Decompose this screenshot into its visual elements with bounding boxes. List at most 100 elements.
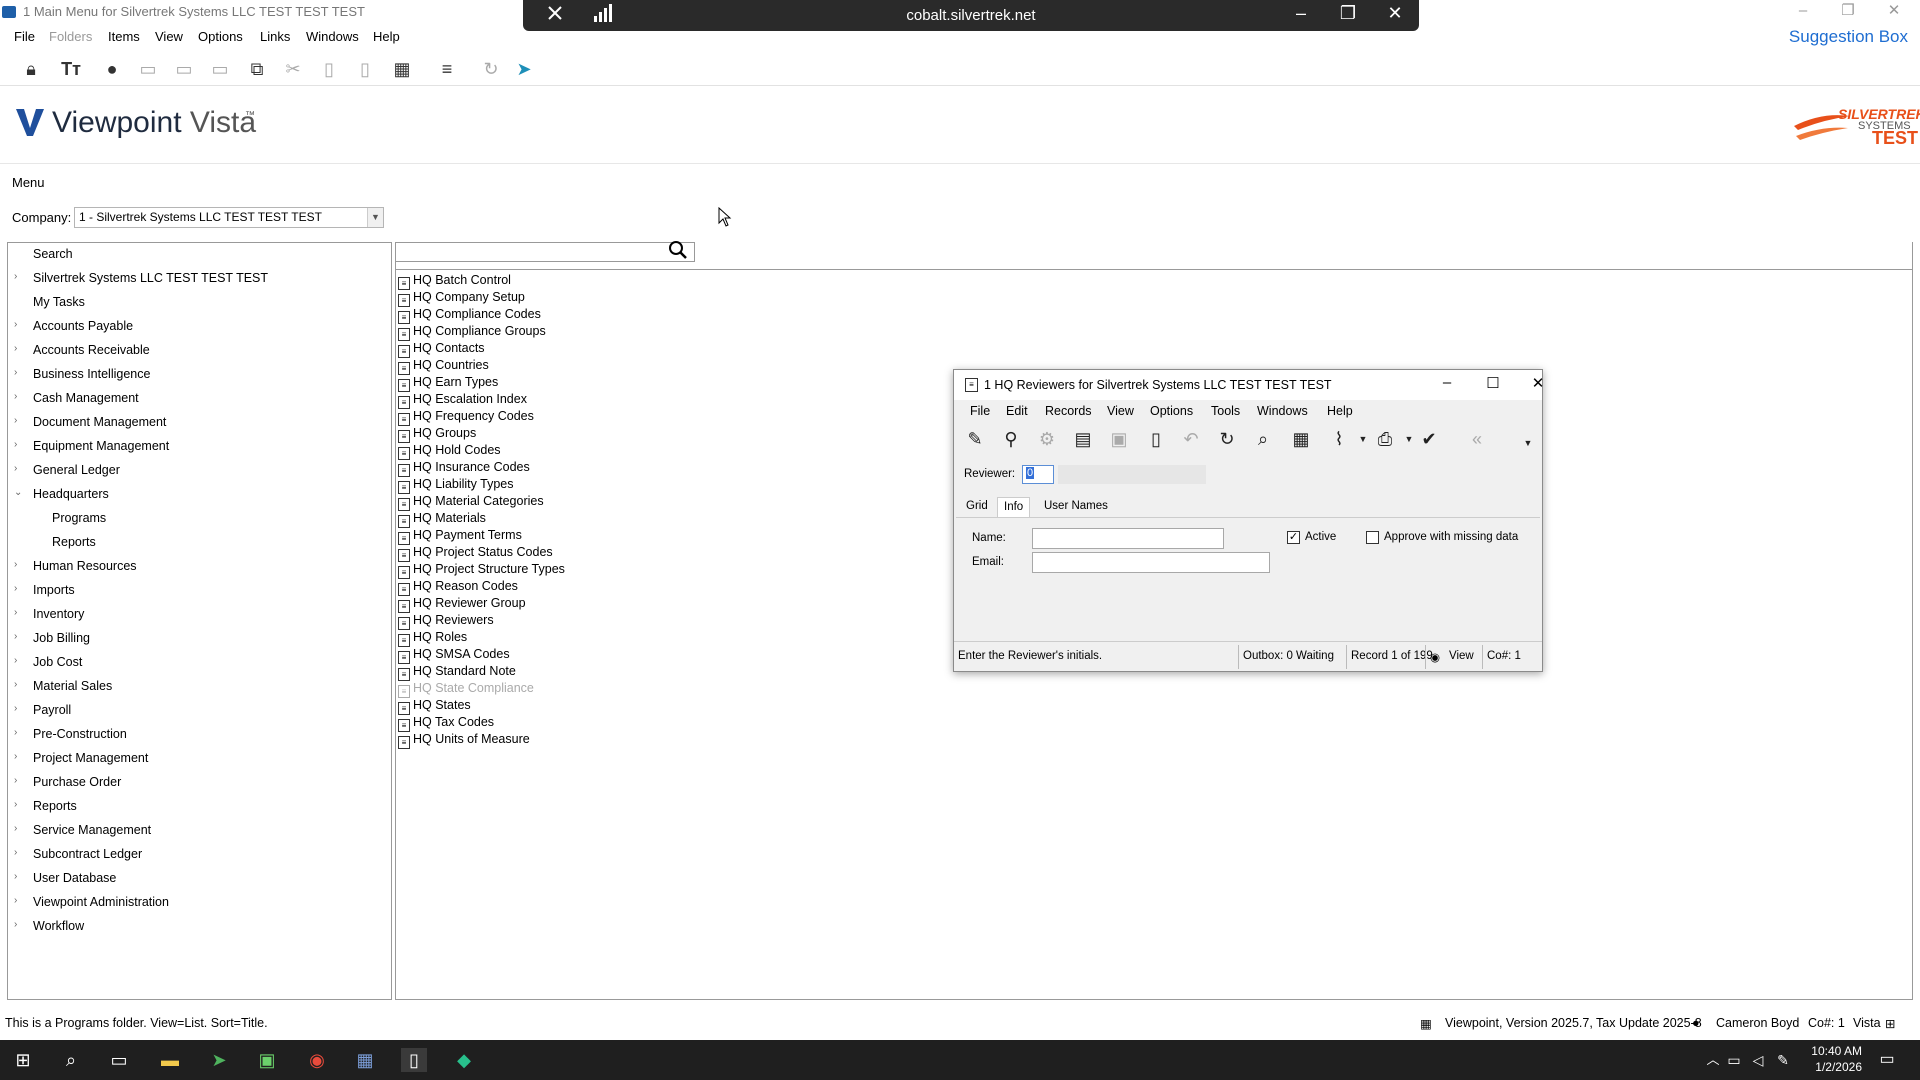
tree-item[interactable]: › Document Management xyxy=(8,413,388,435)
tree-item[interactable]: Reports xyxy=(8,533,388,555)
chevron-right-icon[interactable]: › xyxy=(14,919,17,930)
dialog-close-button[interactable]: ✕ xyxy=(1520,374,1556,392)
attachment-icon[interactable]: ⌇ xyxy=(1326,426,1352,452)
collapse-icon[interactable]: « xyxy=(1464,426,1490,452)
chevron-right-icon[interactable]: › xyxy=(14,655,17,666)
tree-item[interactable]: › Payroll xyxy=(8,701,388,723)
tab-grid[interactable]: Grid xyxy=(960,497,994,517)
app-icon-teal[interactable]: ◆ xyxy=(451,1048,477,1072)
copy-icon[interactable]: ⧉ xyxy=(244,56,270,82)
tree-item[interactable]: › Inventory xyxy=(8,605,388,627)
delete-record-icon[interactable]: ▯ xyxy=(1143,426,1169,452)
tree-item[interactable]: › Silvertrek Systems LLC TEST TEST TEST xyxy=(8,269,388,291)
toolbar-overflow-icon[interactable]: ▼ xyxy=(1522,430,1534,456)
tree-item[interactable]: › Pre-Construction xyxy=(8,725,388,747)
edit-record-icon[interactable]: ✎ xyxy=(962,426,988,452)
tree-item[interactable]: › Reports xyxy=(8,797,388,819)
tree-item[interactable]: › Purchase Order xyxy=(8,773,388,795)
tree-item[interactable]: › Equipment Management xyxy=(8,437,388,459)
program-item[interactable]: ≡ HQ Frequency Codes xyxy=(398,409,534,426)
program-item[interactable]: ≡ HQ Escalation Index xyxy=(398,392,527,409)
tree-item[interactable]: › Job Cost xyxy=(8,653,388,675)
pen-icon[interactable]: ✎ xyxy=(1770,1048,1796,1072)
name-field[interactable] xyxy=(1032,528,1224,549)
volume-icon[interactable]: ◁ xyxy=(1745,1048,1771,1072)
program-item[interactable]: ≡ HQ Material Categories xyxy=(398,494,544,511)
chevron-right-icon[interactable]: › xyxy=(14,727,17,738)
find-icon[interactable]: ⌕ xyxy=(1250,426,1276,452)
chevron-right-icon[interactable]: › xyxy=(14,775,17,786)
tree-item[interactable]: › Business Intelligence xyxy=(8,365,388,387)
program-item[interactable]: ≡ HQ Project Structure Types xyxy=(398,562,565,579)
chevron-right-icon[interactable]: › xyxy=(14,271,17,282)
tree-item[interactable]: › User Database xyxy=(8,869,388,891)
program-item[interactable]: ≡ HQ Batch Control xyxy=(398,273,511,290)
notification-icon[interactable]: ▭ xyxy=(1874,1048,1900,1072)
dialog-maximize-button[interactable]: ☐ xyxy=(1475,374,1511,392)
tree-item[interactable]: › Service Management xyxy=(8,821,388,843)
program-item[interactable]: ≡ HQ Roles xyxy=(398,630,467,647)
chevron-right-icon[interactable]: › xyxy=(14,583,17,594)
approve-missing-checkbox[interactable] xyxy=(1366,531,1379,544)
program-item[interactable]: ≡ HQ Insurance Codes xyxy=(398,460,530,477)
save-icon[interactable]: ▣ xyxy=(1106,426,1132,452)
program-item[interactable]: ≡ HQ Payment Terms xyxy=(398,528,522,545)
dialog-menu-file[interactable]: File xyxy=(970,404,990,418)
eye-icon[interactable]: ◉ xyxy=(1430,650,1440,664)
company-select[interactable]: 1 - Silvertrek Systems LLC TEST TEST TES… xyxy=(74,207,384,228)
sort-icon[interactable]: ≡ xyxy=(434,56,460,82)
tree-item[interactable]: › Job Billing xyxy=(8,629,388,651)
remote-close-button[interactable]: ✕ xyxy=(1380,3,1410,24)
menu-view[interactable]: View xyxy=(155,29,183,44)
chrome-icon[interactable]: ◉ xyxy=(304,1048,330,1072)
minimize-button[interactable]: – xyxy=(1783,0,1823,22)
chevron-down-icon[interactable]: ⌄ xyxy=(14,487,22,498)
program-item[interactable]: ≡ HQ Earn Types xyxy=(398,375,498,392)
remote-minimize-button[interactable]: – xyxy=(1286,3,1316,24)
menu-windows[interactable]: Windows xyxy=(306,29,359,44)
app-icon-viewpoint[interactable]: ▦ xyxy=(352,1048,378,1072)
program-item[interactable]: ≡ HQ Reviewer Group xyxy=(398,596,526,613)
lock-icon[interactable]: 🔒︎ xyxy=(18,56,44,82)
notepad-icon[interactable]: ▯ xyxy=(401,1048,427,1072)
palette-icon[interactable]: ● xyxy=(99,56,125,82)
dialog-menu-edit[interactable]: Edit xyxy=(1006,404,1028,418)
dialog-menu-view[interactable]: View xyxy=(1107,404,1134,418)
active-checkbox[interactable]: ✓ xyxy=(1287,531,1300,544)
reviewer-input[interactable]: 0 xyxy=(1022,465,1054,484)
program-item[interactable]: ≡ HQ Reason Codes xyxy=(398,579,518,596)
chevron-right-icon[interactable]: › xyxy=(14,871,17,882)
program-item[interactable]: ≡ HQ State Compliance xyxy=(398,681,534,698)
grid-view-icon[interactable]: ▦ xyxy=(1288,426,1314,452)
folder-icon[interactable]: ▭ xyxy=(207,56,233,82)
program-item[interactable]: ≡ HQ Reviewers xyxy=(398,613,494,630)
tree-item[interactable]: › Cash Management xyxy=(8,389,388,411)
chevron-right-icon[interactable]: › xyxy=(14,751,17,762)
chevron-right-icon[interactable]: › xyxy=(14,823,17,834)
menu-help[interactable]: Help xyxy=(373,29,400,44)
menu-links[interactable]: Links xyxy=(260,29,290,44)
suggestion-box-link[interactable]: Suggestion Box xyxy=(1789,27,1908,47)
task-view-icon[interactable]: ▭ xyxy=(106,1048,132,1072)
refresh-icon[interactable]: ↻ xyxy=(478,56,504,82)
tree-item[interactable]: Programs xyxy=(8,509,388,531)
network-tray-icon[interactable]: ▭ xyxy=(1721,1048,1747,1072)
dialog-minimize-button[interactable]: – xyxy=(1429,374,1465,391)
dialog-menu-options[interactable]: Options xyxy=(1150,404,1193,418)
chevron-down-icon[interactable]: ▼ xyxy=(367,208,383,227)
program-item[interactable]: ≡ HQ Groups xyxy=(398,426,476,443)
tree-item[interactable]: › Accounts Receivable xyxy=(8,341,388,363)
chevron-right-icon[interactable]: › xyxy=(14,367,17,378)
chevron-right-icon[interactable]: › xyxy=(14,847,17,858)
chevron-right-icon[interactable]: › xyxy=(14,559,17,570)
undo-icon[interactable]: ↶ xyxy=(1178,426,1204,452)
dialog-menu-help[interactable]: Help xyxy=(1327,404,1353,418)
remote-restore-button[interactable]: ❐ xyxy=(1333,3,1363,24)
tree-item[interactable]: Search xyxy=(8,245,388,267)
refresh-record-icon[interactable]: ↻ xyxy=(1214,426,1240,452)
new-folder-icon[interactable]: ▭ xyxy=(135,56,161,82)
program-item[interactable]: ≡ HQ States xyxy=(398,698,471,715)
clock[interactable]: 10:40 AM 1/2/2026 xyxy=(1811,1043,1862,1075)
program-item[interactable]: ≡ HQ Units of Measure xyxy=(398,732,530,749)
font-icon[interactable]: Tт xyxy=(58,56,84,82)
